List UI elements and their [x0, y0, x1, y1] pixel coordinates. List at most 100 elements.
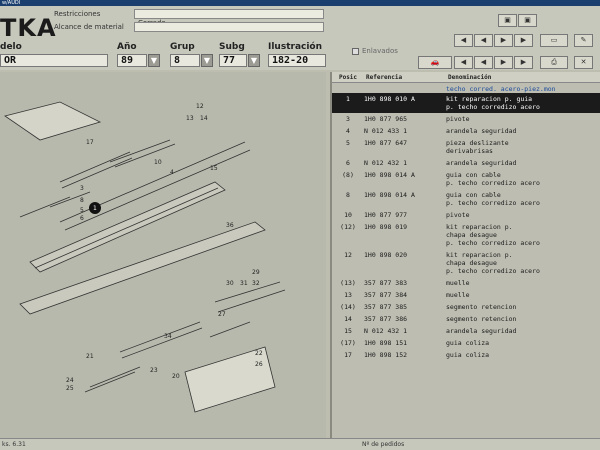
last-page-icon[interactable]: ▶	[514, 34, 533, 47]
copy-icon[interactable]: ▣	[498, 14, 517, 27]
catalog-icon[interactable]: ▭	[540, 34, 568, 47]
callout-34: 34	[164, 333, 172, 340]
cell-posic: (12)	[340, 223, 356, 231]
callout-32: 32	[252, 280, 260, 287]
cell-posic: 10	[344, 211, 352, 219]
cell-posic: 15	[344, 327, 352, 335]
copy-alt-icon[interactable]: ▣	[518, 14, 537, 27]
table-row[interactable]: 12 1H0 898 020 kit reparacion p. chapa des…	[332, 249, 600, 277]
col-posic: Posic	[338, 74, 358, 81]
cell-denominacion: segmento retencion	[446, 315, 517, 323]
cell-denominacion: segmento retencion	[446, 303, 517, 311]
cell-denominacion: kit reparacion p. guia p. techo corrediz…	[446, 95, 540, 111]
callout-10: 10	[154, 159, 162, 166]
callout-23: 23	[150, 367, 158, 374]
print-icon[interactable]: ⎙	[540, 56, 568, 69]
next-group-icon[interactable]: ▶	[494, 56, 513, 69]
cell-posic: 1	[346, 95, 350, 103]
alcance-field[interactable]	[134, 22, 324, 32]
cell-referencia: 1H0 898 151	[364, 339, 408, 347]
exit-icon[interactable]: ✕	[574, 56, 593, 69]
cell-posic: 17	[344, 351, 352, 359]
cell-denominacion: guia con cable p. techo corredizo acero	[446, 191, 540, 207]
table-row[interactable]: 4 N 012 433 1 arandela seguridad	[332, 125, 600, 137]
subg-field[interactable]: 77	[219, 54, 247, 67]
grup-field[interactable]: 8	[170, 54, 200, 67]
alcance-label: Alcance de material	[54, 23, 124, 31]
cell-posic: 8	[346, 191, 350, 199]
table-row[interactable]: 15 N 012 432 1 arandela seguridad	[332, 325, 600, 337]
ano-field[interactable]: 89	[117, 54, 147, 67]
cell-posic: (8)	[342, 171, 354, 179]
cell-posic: 13	[344, 291, 352, 299]
cell-denominacion: kit reparacion p. chapa desague p. techo…	[446, 251, 540, 275]
table-row[interactable]: 14 357 877 386 segmento retencion	[332, 313, 600, 325]
table-row[interactable]: 13 357 877 384 muelle	[332, 289, 600, 301]
callout-29: 29	[252, 269, 260, 276]
grup-dropdown-button[interactable]: ▼	[201, 54, 213, 67]
table-row[interactable]: 1 1H0 898 010 A kit reparacion p. guia p. …	[332, 93, 600, 113]
ano-label: Año	[117, 42, 137, 52]
ano-dropdown-button[interactable]: ▼	[148, 54, 160, 67]
cell-denominacion: guia con cable p. techo corredizo acero	[446, 171, 540, 187]
cell-denominacion: pivote	[446, 115, 470, 123]
next-page-icon[interactable]: ▶	[494, 34, 513, 47]
cell-posic: 6	[346, 159, 350, 167]
callout-13: 13	[186, 115, 194, 122]
cell-posic: 4	[346, 127, 350, 135]
section-note: techo corred. acero-piez.mon	[446, 85, 556, 93]
table-row[interactable]: (14) 357 877 385 segmento retencion	[332, 301, 600, 313]
first-page-icon[interactable]: ◀	[454, 34, 473, 47]
callout-21: 21	[86, 353, 94, 360]
edit-icon[interactable]: ✎	[574, 34, 593, 47]
enlavados-label: Enlavados	[362, 47, 398, 55]
cell-denominacion: muelle	[446, 291, 470, 299]
prev-illustration-icon[interactable]: ◀	[454, 56, 473, 69]
cell-denominacion: guia coliza	[446, 339, 490, 347]
callout-3: 3	[80, 185, 84, 192]
table-body: 1 1H0 898 010 A kit reparacion p. guia p. …	[332, 93, 600, 361]
cell-posic: 3	[346, 115, 350, 123]
table-row[interactable]: (8) 1H0 898 014 A guia con cable p. techo …	[332, 169, 600, 189]
col-denominacion: Denominación	[448, 74, 492, 81]
table-row[interactable]: 5 1H0 877 647 pieza deslizante derivabrisa…	[332, 137, 600, 157]
subg-dropdown-button[interactable]: ▼	[248, 54, 260, 67]
cell-posic: 5	[346, 139, 350, 147]
table-row[interactable]: 3 1H0 877 965 pivote	[332, 113, 600, 125]
parts-illustration[interactable]: 12 13 14 15 17 4 10 3 5 6 8 1 36 29 30 3…	[0, 72, 326, 438]
parts-table: Posic Referencia Denominación techo corr…	[330, 72, 600, 438]
prev-page-icon[interactable]: ◀	[474, 34, 493, 47]
cell-referencia: 357 877 386	[364, 315, 408, 323]
cell-posic: (13)	[340, 279, 356, 287]
cell-denominacion: kit reparacion p. chapa desague p. techo…	[446, 223, 540, 247]
car-icon[interactable]: 🚗	[418, 56, 452, 69]
col-referencia: Referencia	[366, 74, 403, 81]
enlavados-checkbox[interactable]	[352, 48, 359, 55]
cell-referencia: 357 877 385	[364, 303, 408, 311]
table-row[interactable]: 6 N 012 432 1 arandela seguridad	[332, 157, 600, 169]
status-version: ks. 6.31	[2, 441, 26, 448]
table-row[interactable]: (13) 357 877 383 muelle	[332, 277, 600, 289]
cell-referencia: 1H0 898 020	[364, 251, 408, 259]
callout-31: 31	[240, 280, 248, 287]
cell-posic: 12	[344, 251, 352, 259]
cell-referencia: N 012 432 1	[364, 159, 408, 167]
next-illustration-icon[interactable]: ▶	[514, 56, 533, 69]
callout-22: 22	[255, 350, 263, 357]
header-panel: TKA Restricciones Corredo Alcance de mat…	[0, 6, 600, 70]
restricciones-field[interactable]: Corredo	[134, 9, 324, 27]
model-field[interactable]: OR	[0, 54, 108, 67]
table-row[interactable]: 17 1H0 898 152 guia coliza	[332, 349, 600, 361]
table-row[interactable]: 10 1H0 877 977 pivote	[332, 209, 600, 221]
table-row[interactable]: (17) 1H0 898 151 guia coliza	[332, 337, 600, 349]
callout-36: 36	[226, 222, 234, 229]
table-row[interactable]: 8 1H0 898 014 A guia con cable p. techo co…	[332, 189, 600, 209]
table-row[interactable]: (12) 1H0 898 019 kit reparacion p. chapa d…	[332, 221, 600, 249]
cell-denominacion: pivote	[446, 211, 470, 219]
cell-denominacion: muelle	[446, 279, 470, 287]
callout-5: 5	[80, 207, 84, 214]
ilustracion-field[interactable]: 182-20	[268, 54, 326, 67]
cell-denominacion: arandela seguridad	[446, 159, 517, 167]
callout-14: 14	[200, 115, 208, 122]
prev-group-icon[interactable]: ◀	[474, 56, 493, 69]
